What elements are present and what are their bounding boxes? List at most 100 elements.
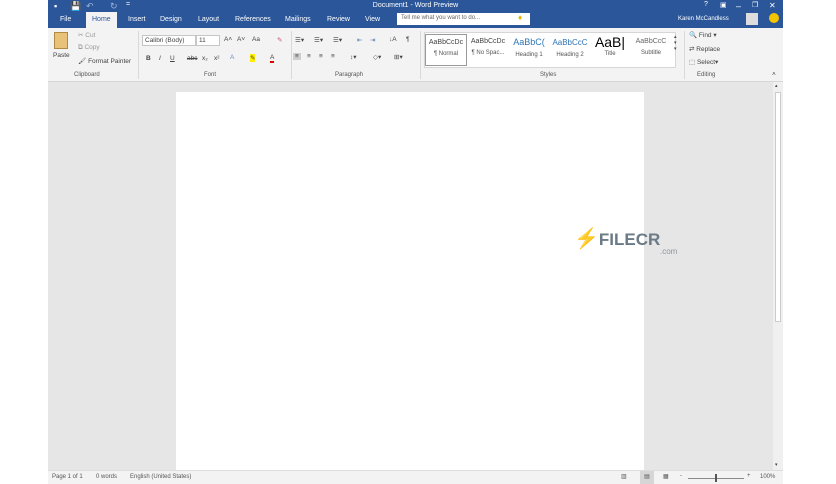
style-heading-1[interactable]: AaBbC(Heading 1 [508, 34, 550, 66]
restore-button[interactable]: ❐ [752, 1, 758, 9]
font-color-icon[interactable]: A [270, 54, 275, 63]
tab-review[interactable]: Review [321, 15, 356, 24]
tab-file[interactable]: File [54, 15, 77, 24]
zoom-out-button[interactable]: - [680, 473, 682, 479]
justify-icon[interactable]: ≡ [331, 53, 335, 60]
format-painter-button[interactable]: 🖌 Format Painter [78, 57, 131, 65]
tab-mailings[interactable]: Mailings [279, 15, 317, 24]
zoom-level[interactable]: 100% [760, 474, 775, 480]
ribbon: Paste ✂ Cut ⧉ Copy 🖌 Format Painter Clip… [48, 28, 783, 82]
highlight-color-icon[interactable]: ✎ [250, 54, 256, 62]
cut-label: Cut [85, 32, 96, 39]
tab-layout[interactable]: Layout [192, 15, 225, 24]
scroll-thumb[interactable] [775, 92, 781, 322]
cut-button[interactable]: ✂ Cut [78, 31, 95, 39]
web-layout-icon[interactable]: ▦ [663, 473, 669, 480]
show-formatting-button[interactable]: ¶ [406, 36, 410, 43]
increase-indent-icon[interactable]: ⇥ [370, 36, 375, 44]
style-sample: AaBbC( [513, 37, 545, 47]
select-label: Select [696, 59, 716, 66]
align-right-icon[interactable]: ≡ [319, 53, 323, 60]
watermark-suffix: .com [660, 247, 678, 256]
styles-group-label: Styles [540, 72, 557, 78]
change-case-button[interactable]: Aa [252, 36, 260, 43]
subscript-button[interactable]: x₂ [202, 55, 208, 62]
scroll-up-icon[interactable]: ▴ [775, 83, 778, 89]
zoom-in-button[interactable]: + [747, 473, 751, 479]
divider [684, 31, 685, 79]
page-count[interactable]: Page 1 of 1 [52, 474, 83, 480]
italic-button[interactable]: I [159, 55, 161, 62]
replace-button[interactable]: ⇄ Replace [689, 45, 720, 53]
style-heading-2[interactable]: AaBbCcC Heading 2 [549, 34, 591, 66]
grow-font-button[interactable]: A˄ [224, 36, 232, 43]
word-window: ▪ 💾 ↶ ↻ = Document1 - Word Preview ? ▣ –… [48, 0, 783, 484]
style-no-spacing[interactable]: AaBbCcDc ¶ No Spac... [467, 34, 509, 66]
watermark-logo: ⚡FILECR [574, 228, 661, 250]
language[interactable]: English (United States) [130, 474, 191, 480]
style-name: Subtitle [640, 50, 661, 56]
copy-button[interactable]: ⧉ Copy [78, 44, 100, 52]
decrease-indent-icon[interactable]: ⇤ [357, 36, 362, 44]
style-sample: AaBbCcC [635, 38, 667, 45]
format-painter-label: Format Painter [88, 58, 132, 65]
tell-me-input[interactable]: Tell me what you want to do... [397, 13, 530, 25]
sort-button[interactable]: ↓A [389, 36, 397, 43]
line-spacing-icon[interactable]: ↕▾ [350, 53, 357, 61]
font-name-select[interactable]: Calibri (Body) [142, 35, 196, 46]
style-title[interactable]: AaB| Title [589, 34, 631, 66]
minimize-button[interactable]: – [736, 1, 741, 11]
status-bar: Page 1 of 1 0 words English (United Stat… [48, 470, 783, 484]
copy-label: Copy [84, 44, 100, 51]
text-effects-icon[interactable]: A [230, 54, 234, 61]
help-button[interactable]: ? [704, 1, 708, 8]
bullets-icon[interactable]: ☰▾ [295, 36, 304, 44]
shrink-font-button[interactable]: A˅ [237, 36, 245, 43]
underline-button[interactable]: U [170, 55, 175, 62]
bold-button[interactable]: B [146, 55, 151, 62]
word-count[interactable]: 0 words [96, 474, 117, 480]
style-sample: AaB| [594, 34, 626, 50]
style-name: Title [604, 51, 616, 57]
styles-scroll-button[interactable]: ▴ ▾ ▾ [674, 34, 677, 52]
paste-icon[interactable] [54, 32, 68, 49]
style-name: Heading 2 [556, 52, 584, 58]
style-subtitle[interactable]: AaBbCcC Subtitle [630, 34, 672, 66]
find-button[interactable]: 🔍 Find ▾ [689, 31, 717, 39]
replace-label: Replace [696, 46, 721, 53]
style-normal[interactable]: AaBbCcDc ¶ Normal [425, 34, 467, 66]
document-page[interactable]: ⚡FILECR .com [176, 92, 677, 470]
ribbon-display-button[interactable]: ▣ [720, 1, 727, 9]
tab-references[interactable]: References [229, 15, 277, 24]
paste-button[interactable]: Paste [53, 52, 70, 59]
borders-icon[interactable]: ⊞▾ [394, 53, 403, 61]
tab-view[interactable]: View [359, 15, 386, 24]
tab-design[interactable]: Design [154, 15, 188, 24]
close-button[interactable]: ✕ [769, 1, 776, 10]
tab-insert[interactable]: Insert [122, 15, 152, 24]
numbering-icon[interactable]: ☰▾ [314, 36, 323, 44]
find-label: Find [698, 32, 712, 39]
feedback-smiley-icon[interactable] [769, 13, 779, 23]
print-layout-icon[interactable]: ▤ [640, 471, 654, 484]
collapse-ribbon-icon[interactable]: ˄ [772, 71, 776, 78]
shading-icon[interactable]: ◇▾ [373, 53, 381, 61]
clear-formatting-icon[interactable]: ✎ [277, 36, 282, 44]
strikethrough-button[interactable]: abc [187, 55, 197, 62]
divider [420, 31, 421, 79]
read-mode-icon[interactable]: ▥ [621, 473, 627, 480]
font-size-select[interactable]: 11 [196, 35, 220, 46]
user-name[interactable]: Karen McCandless [678, 16, 729, 22]
tab-home[interactable]: Home [86, 12, 117, 28]
vertical-scrollbar[interactable]: ▴ ▾ [773, 82, 783, 470]
title-bar: ▪ 💾 ↶ ↻ = Document1 - Word Preview ? ▣ –… [48, 0, 783, 28]
align-left-icon[interactable]: ≡ [293, 53, 301, 60]
multilevel-list-icon[interactable]: ☰▾ [333, 36, 342, 44]
superscript-button[interactable]: x² [214, 55, 219, 62]
divider [291, 31, 292, 79]
avatar[interactable] [746, 13, 758, 25]
scroll-down-icon[interactable]: ▾ [775, 462, 778, 468]
zoom-slider-thumb[interactable] [715, 474, 717, 482]
align-center-icon[interactable]: ≡ [307, 53, 311, 60]
select-button[interactable]: ⬚ Select▾ [689, 58, 718, 66]
